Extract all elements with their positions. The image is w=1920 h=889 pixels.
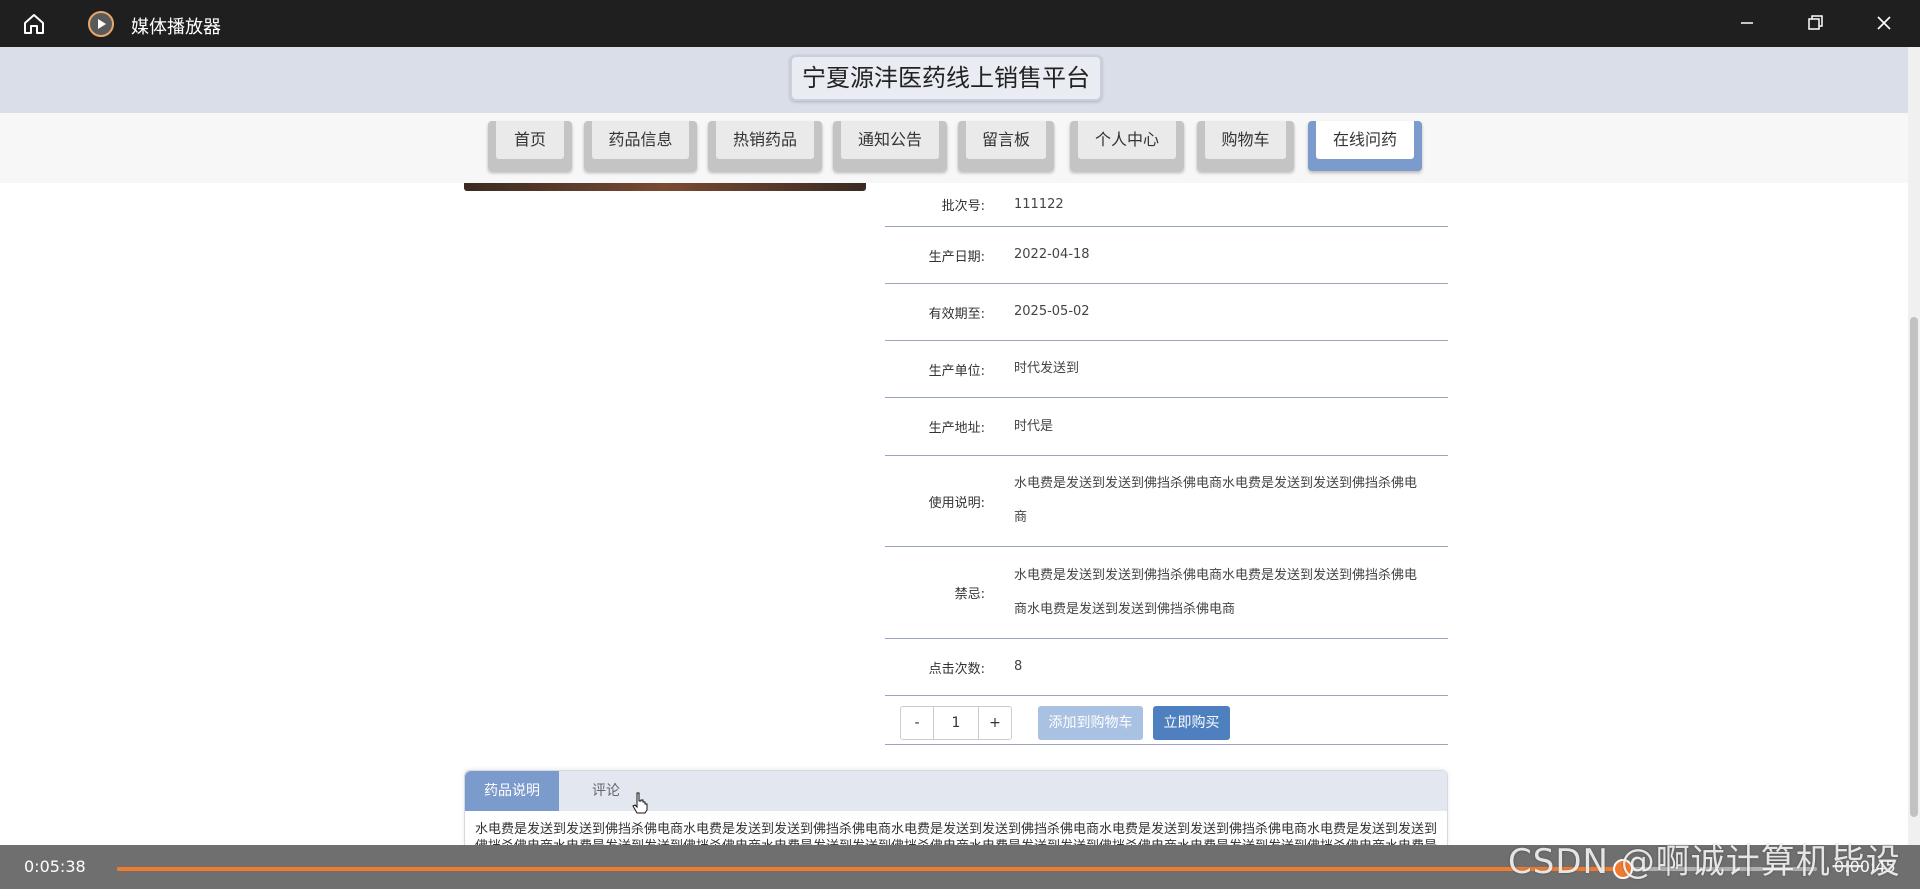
nav-label: 购物车 (1205, 121, 1286, 159)
info-row: 生产日期: 2022-04-18 (885, 227, 1448, 284)
media-player-app-icon (88, 11, 114, 37)
nav-label: 通知公告 (841, 121, 939, 159)
video-frame: 宁夏源沣医药线上销售平台 首页 药品信息 热销药品 通知公告 留言板 个人中心 … (0, 47, 1920, 845)
info-label: 禁忌: (954, 587, 985, 602)
info-label: 批次号: (941, 199, 985, 214)
window-title: 媒体播放器 (131, 17, 221, 38)
nav-hot-drugs[interactable]: 热销药品 (708, 121, 822, 171)
nav-label: 药品信息 (592, 121, 689, 159)
info-row: 有效期至: 2025-05-02 (885, 284, 1448, 341)
nav-shopping-cart[interactable]: 购物车 (1197, 121, 1294, 171)
info-value: 时代发送到 (1014, 361, 1080, 376)
detail-tabs: 药品说明 评论 水电费是发送到发送到佛挡杀佛电商水电费是发送到发送到佛挡杀佛电商… (464, 770, 1448, 845)
info-value: 水电费是发送到发送到佛挡杀佛电商水电费是发送到发送到佛挡杀佛电商 (1014, 476, 1418, 525)
info-label: 生产地址: (928, 421, 985, 436)
product-image (464, 183, 866, 191)
site-header: 宁夏源沣医药线上销售平台 (0, 47, 1908, 113)
nav-notices[interactable]: 通知公告 (833, 121, 947, 171)
info-label: 使用说明: (928, 495, 985, 511)
quantity-decrement-button[interactable]: - (901, 707, 933, 739)
minimize-button[interactable] (1734, 10, 1760, 36)
nav-online-consult[interactable]: 在线问药 (1308, 121, 1422, 171)
seek-progress (117, 867, 1624, 871)
product-info-table: 批次号: 111122 生产日期: 2022-04-18 有效期至: 2025-… (885, 183, 1448, 745)
info-value: 2022-04-18 (1014, 247, 1090, 262)
add-to-cart-button[interactable]: 添加到购物车 (1038, 706, 1143, 740)
nav-label: 首页 (496, 121, 564, 159)
info-value: 2025-05-02 (1014, 304, 1090, 319)
nav-message-board[interactable]: 留言板 (958, 121, 1054, 171)
tab-description[interactable]: 药品说明 (465, 771, 559, 811)
quantity-input[interactable]: 1 (933, 707, 979, 739)
buy-now-button[interactable]: 立即购买 (1153, 706, 1230, 740)
description-text: 水电费是发送到发送到佛挡杀佛电商水电费是发送到发送到佛挡杀佛电商水电费是发送到发… (475, 822, 1438, 845)
info-value: 水电费是发送到发送到佛挡杀佛电商水电费是发送到发送到佛挡杀佛电商水电费是发送到发… (1014, 567, 1418, 617)
window-titlebar: 媒体播放器 (0, 0, 1920, 47)
info-label: 生产日期: (928, 249, 985, 265)
close-button[interactable] (1871, 10, 1897, 36)
nav-drug-info[interactable]: 药品信息 (584, 121, 697, 171)
elapsed-time: 0:05:38 (24, 857, 86, 876)
nav-label: 个人中心 (1078, 121, 1176, 159)
nav-home[interactable]: 首页 (488, 121, 572, 171)
hand-cursor-icon (632, 792, 648, 814)
restore-button[interactable] (1802, 10, 1828, 36)
info-row: 点击次数: 8 (885, 639, 1448, 696)
info-value: 时代是 (1014, 418, 1054, 434)
nav-label: 留言板 (966, 121, 1046, 159)
home-icon[interactable] (22, 12, 46, 36)
nav-label: 热销药品 (716, 121, 814, 159)
purchase-row: - 1 + 添加到购物车 立即购买 (885, 696, 1448, 745)
scrollbar-thumb[interactable] (1910, 317, 1918, 817)
tab-bar: 药品说明 评论 (465, 771, 1447, 811)
info-value: 8 (1014, 659, 1023, 674)
quantity-stepper: - 1 + (900, 706, 1012, 740)
nav-label: 在线问药 (1316, 121, 1414, 159)
info-row: 生产地址: 时代是 (885, 398, 1448, 456)
info-row: 生产单位: 时代发送到 (885, 341, 1448, 398)
quantity-increment-button[interactable]: + (979, 707, 1011, 739)
info-label: 点击次数: (928, 661, 985, 677)
watermark: CSDN @啊诚计算机毕设 (1508, 842, 1901, 882)
page-scrollbar[interactable] (1908, 47, 1920, 845)
info-row: 批次号: 111122 (885, 183, 1448, 227)
main-nav: 首页 药品信息 热销药品 通知公告 留言板 个人中心 购物车 在线问药 (0, 113, 1908, 183)
site-title: 宁夏源沣医药线上销售平台 (790, 55, 1102, 101)
info-row: 禁忌: 水电费是发送到发送到佛挡杀佛电商水电费是发送到发送到佛挡杀佛电商水电费是… (885, 547, 1448, 639)
info-row: 使用说明: 水电费是发送到发送到佛挡杀佛电商水电费是发送到发送到佛挡杀佛电商 (885, 456, 1448, 547)
info-label: 有效期至: (928, 306, 985, 322)
info-label: 生产单位: (928, 363, 985, 379)
nav-personal-center[interactable]: 个人中心 (1070, 121, 1184, 171)
info-value: 111122 (1014, 196, 1064, 212)
